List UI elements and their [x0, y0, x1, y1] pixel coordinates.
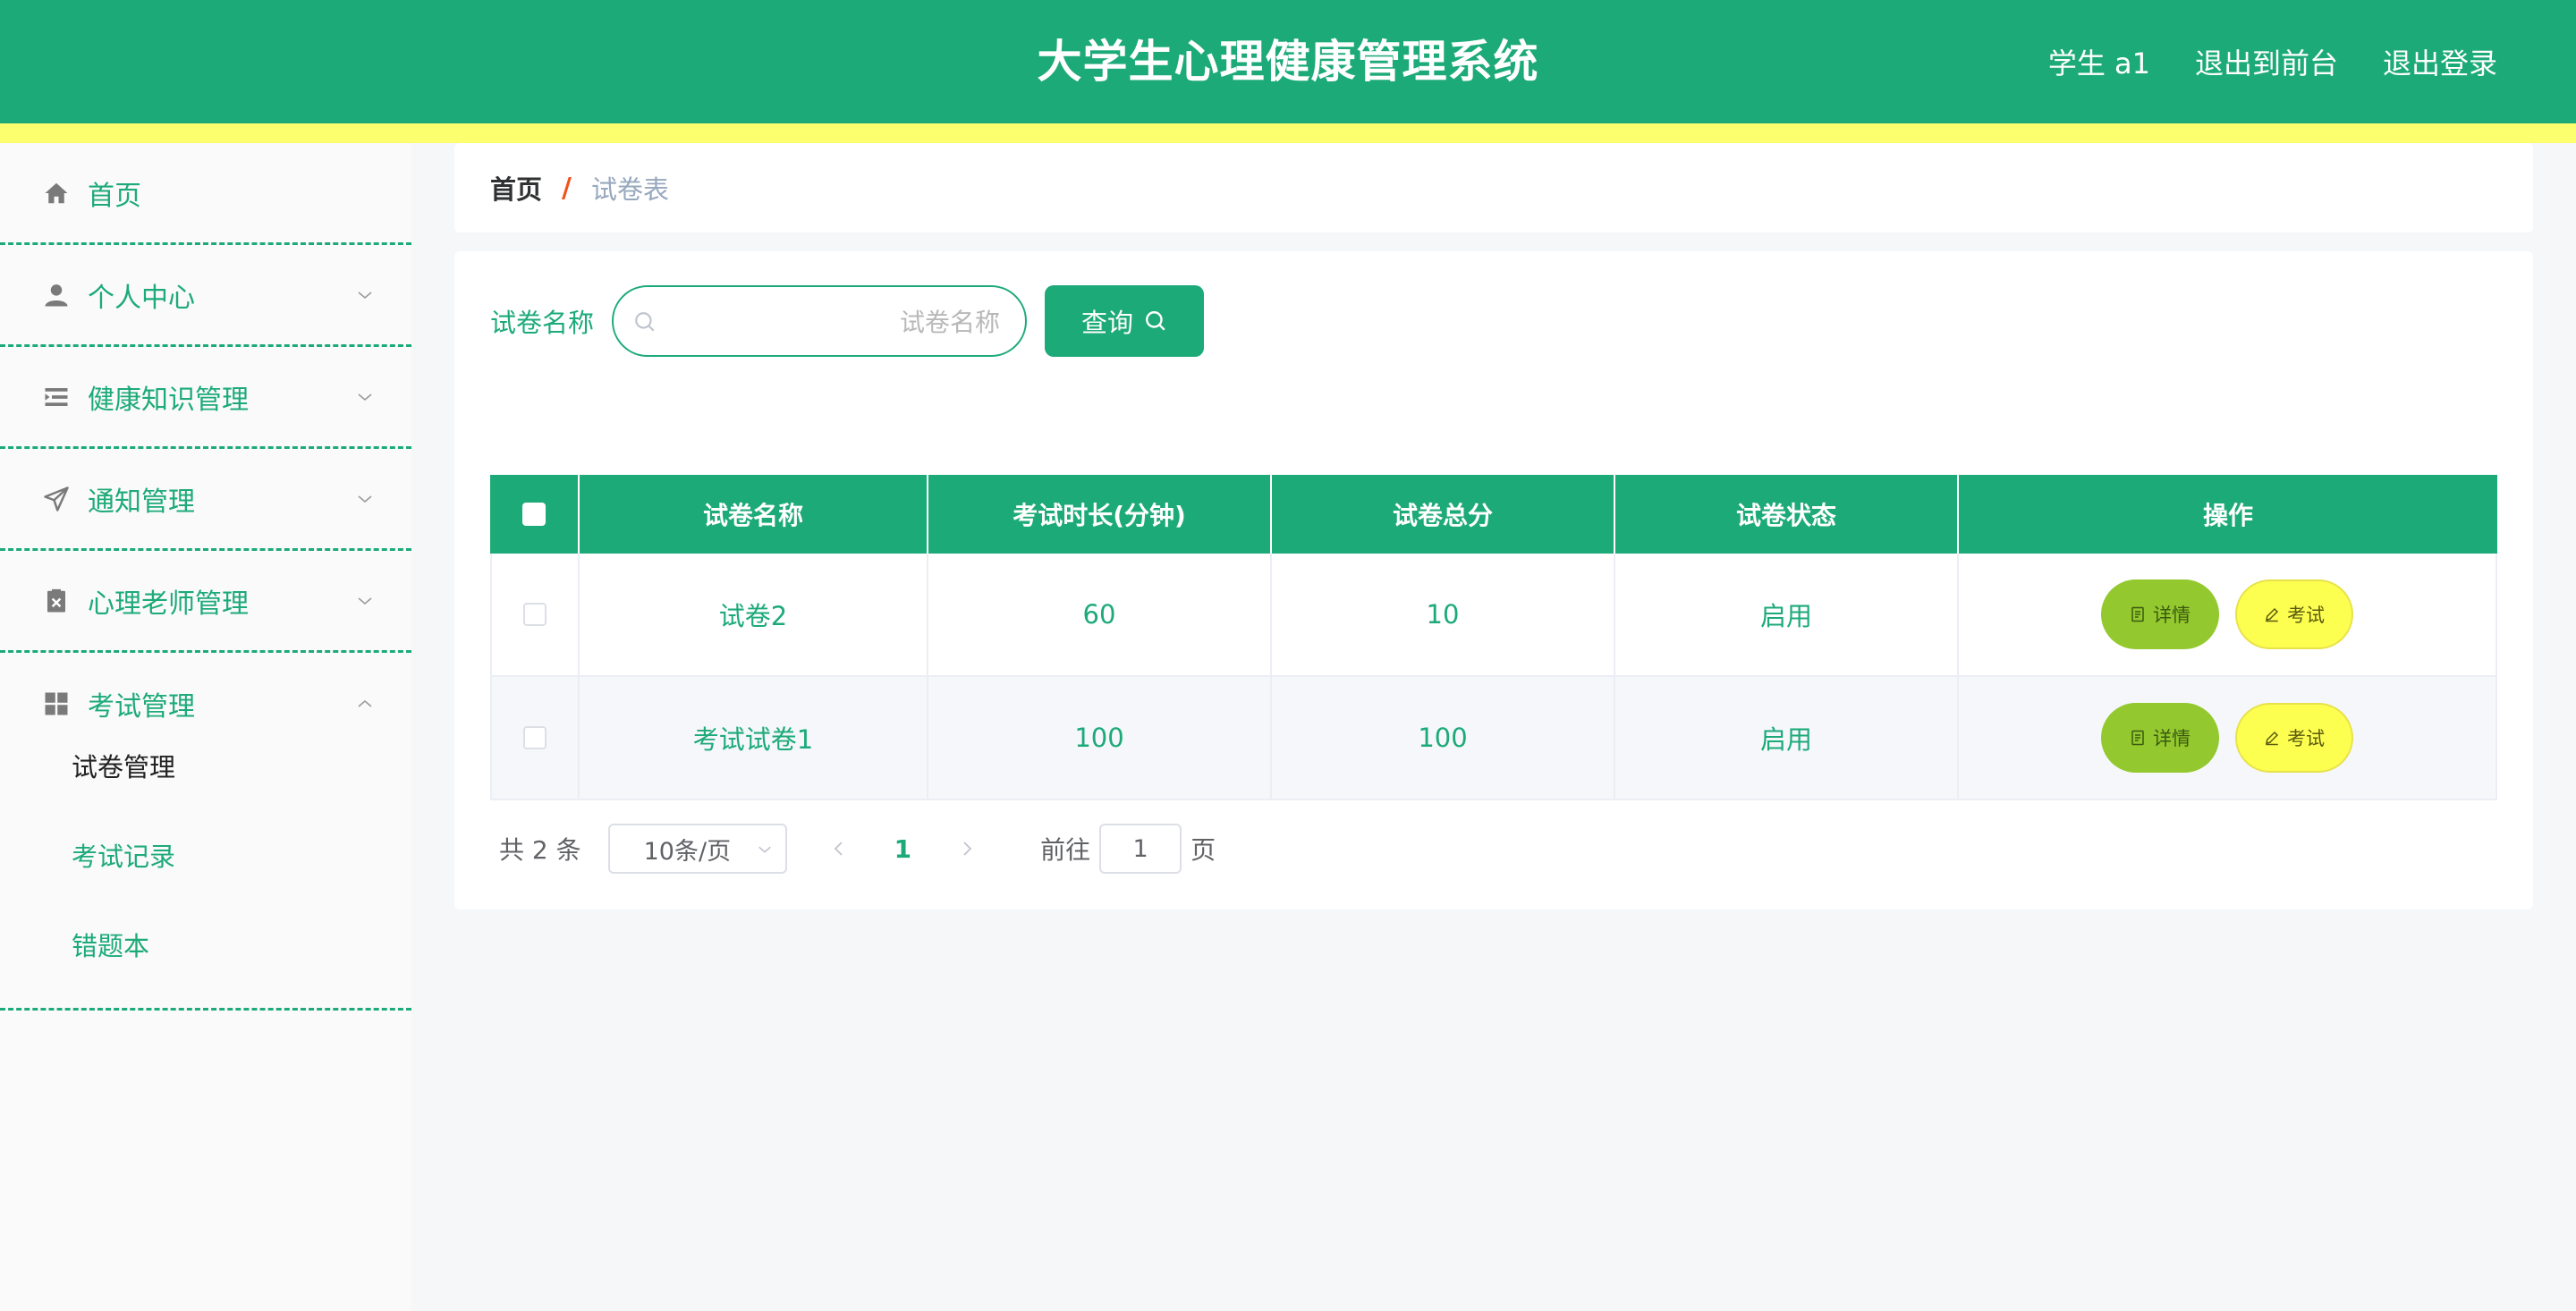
sidebar-item-label: 首页 [88, 180, 141, 212]
exam-button[interactable]: 考试 [2235, 703, 2353, 773]
chevron-up-icon [358, 699, 372, 707]
edit-icon [2266, 731, 2279, 746]
edit-icon [2266, 607, 2279, 622]
search-icon [635, 312, 655, 332]
submenu-item-paper-management[interactable]: 试卷管理 [72, 749, 175, 785]
cell-actions: 详情 考试 [1959, 554, 2497, 675]
column-header-status[interactable]: 试卷状态 [1615, 475, 1959, 554]
goto-suffix: 页 [1191, 835, 1216, 865]
pagination: 共 2 条 10条/页 1 前往 1 页 [499, 824, 1216, 874]
page-size-value: 10条/页 [643, 837, 732, 866]
row-checkbox[interactable] [523, 726, 547, 749]
sidebar-item-personal-center[interactable]: 个人中心 [0, 245, 411, 347]
home-icon [43, 180, 70, 207]
exam-button-label: 考试 [2287, 728, 2325, 749]
pagination-total: 共 2 条 [499, 835, 581, 865]
top-header: 大学生心理健康管理系统 学生 a1 退出到前台 退出登录 [0, 0, 2576, 123]
chevron-down-icon [358, 393, 372, 401]
exam-submenu: 试卷管理 考试记录 错题本 [0, 717, 411, 1011]
sidebar-item-home[interactable]: 首页 [0, 143, 411, 245]
sidebar-item-label: 通知管理 [88, 486, 195, 518]
column-header-name[interactable]: 试卷名称 [580, 475, 928, 554]
header-checkbox-cell [490, 475, 580, 554]
paper-table: 试卷名称 考试时长(分钟) 试卷总分 试卷状态 操作 试卷2 60 10 启用 … [490, 475, 2497, 800]
prev-page-icon[interactable] [830, 840, 848, 858]
page-size-select[interactable]: 10条/页 [607, 824, 787, 874]
table-row: 考试试卷1 100 100 启用 详情 考试 [490, 677, 2497, 800]
grid-icon [43, 690, 70, 717]
header-links: 学生 a1 退出到前台 退出登录 [2048, 0, 2497, 123]
detail-button-label: 详情 [2153, 728, 2190, 749]
detail-button[interactable]: 详情 [2101, 703, 2219, 773]
select-all-checkbox[interactable] [522, 503, 546, 526]
cell-paper-name: 考试试卷1 [580, 677, 928, 799]
cell-actions: 详情 考试 [1959, 677, 2497, 799]
chevron-down-icon [758, 846, 771, 853]
sidebar-item-label: 心理老师管理 [88, 588, 249, 620]
sidebar: 首页 个人中心 健康知识管理 通知管理 心理老师管理 考试管理 试卷管理 考试记… [0, 143, 411, 1311]
user-label: 学生 a1 [2047, 47, 2150, 80]
document-icon [2131, 606, 2144, 622]
next-page-icon[interactable] [958, 840, 976, 858]
exam-button-label: 考试 [2287, 605, 2325, 626]
sidebar-item-label: 健康知识管理 [88, 384, 249, 416]
chevron-down-icon [358, 495, 372, 503]
cell-duration: 100 [928, 677, 1272, 799]
chevron-down-icon [358, 291, 372, 299]
header-stripe [0, 123, 2576, 143]
main-content: 试卷名称 查询 试卷名称 考试时长(分钟) 试卷总分 试卷状态 操作 试卷2 6… [454, 251, 2533, 909]
row-checkbox-cell [490, 677, 580, 799]
sidebar-item-notice[interactable]: 通知管理 [0, 449, 411, 551]
breadcrumb-separator: / [562, 172, 572, 204]
sidebar-item-health-knowledge[interactable]: 健康知识管理 [0, 347, 411, 449]
search-label: 试卷名称 [490, 308, 595, 338]
column-header-score[interactable]: 试卷总分 [1272, 475, 1615, 554]
send-icon [43, 486, 70, 512]
chevron-down-icon [358, 596, 372, 605]
sidebar-item-label: 个人中心 [88, 282, 195, 314]
table-header: 试卷名称 考试时长(分钟) 试卷总分 试卷状态 操作 [490, 475, 2497, 554]
search-field[interactable] [612, 285, 1027, 357]
cell-status: 启用 [1615, 677, 1959, 799]
breadcrumb-home[interactable]: 首页 [490, 169, 542, 207]
query-button-label: 查询 [1080, 308, 1133, 338]
search-input[interactable] [667, 296, 1002, 348]
clipboard-icon [43, 588, 70, 614]
page-number-current[interactable]: 1 [894, 834, 911, 864]
goto-label: 前往 [1040, 835, 1091, 865]
breadcrumb-current: 试卷表 [590, 174, 669, 205]
cell-score: 100 [1272, 677, 1615, 799]
cell-paper-name: 试卷2 [580, 554, 928, 675]
user-icon [43, 282, 70, 309]
cell-status: 启用 [1615, 554, 1959, 675]
cell-duration: 60 [928, 554, 1272, 675]
detail-button-label: 详情 [2153, 605, 2190, 626]
goto-page-input[interactable]: 1 [1099, 824, 1182, 874]
column-header-actions: 操作 [2202, 501, 2253, 530]
cell-score: 10 [1272, 554, 1615, 675]
breadcrumb: 首页 / 试卷表 [454, 143, 2533, 233]
submenu-item-exam-records[interactable]: 考试记录 [72, 839, 175, 875]
column-header-duration[interactable]: 考试时长(分钟) [928, 475, 1272, 554]
table-row: 试卷2 60 10 启用 详情 考试 [490, 554, 2497, 677]
query-button[interactable]: 查询 [1045, 285, 1204, 357]
exit-to-front-link[interactable]: 退出到前台 [2195, 41, 2338, 82]
document-icon [2131, 730, 2144, 746]
exam-button[interactable]: 考试 [2235, 579, 2353, 649]
detail-button[interactable]: 详情 [2101, 579, 2219, 649]
row-checkbox-cell [490, 554, 580, 675]
sidebar-item-teacher[interactable]: 心理老师管理 [0, 551, 411, 653]
search-icon [1146, 311, 1165, 331]
list-icon [43, 384, 70, 410]
submenu-item-wrong-questions[interactable]: 错题本 [72, 928, 149, 964]
row-checkbox[interactable] [523, 603, 547, 626]
logout-link[interactable]: 退出登录 [2383, 41, 2497, 82]
